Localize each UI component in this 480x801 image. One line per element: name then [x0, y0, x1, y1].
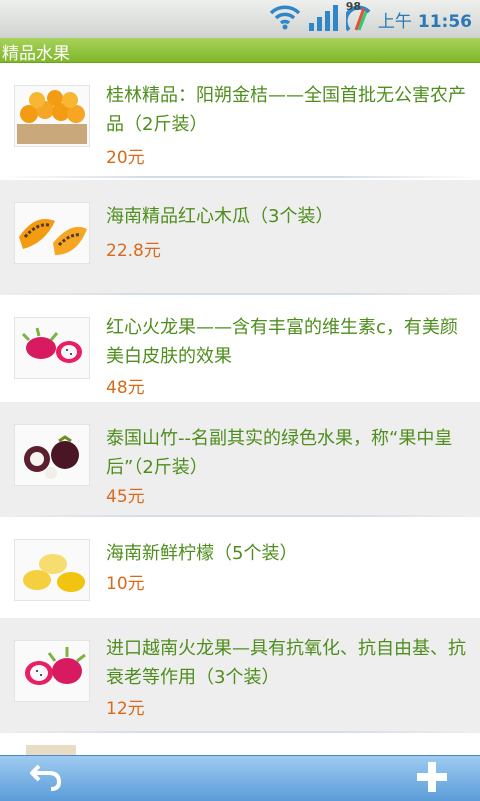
page-title: 精品水果: [2, 44, 70, 64]
product-name: 桂林精品：阳朔金桔——全国首批无公害农产品（2斤装）: [106, 85, 466, 135]
list-item[interactable]: 海南新鲜柠檬（5个装） 10元: [0, 517, 480, 632]
back-arrow-icon: [29, 762, 63, 796]
lemon-icon: [14, 539, 90, 601]
clock-ampm: 上午: [377, 11, 412, 32]
product-name: 红心火龙果——含有丰富的维生素c，有美颜美白皮肤的效果: [106, 317, 458, 367]
kumquat-icon: [14, 85, 90, 147]
product-name: 进口越南火龙果—具有抗氧化、抗自由基、抗衰老等作用（3个装）: [106, 638, 466, 688]
product-name: 海南新鲜柠檬（5个装）: [106, 543, 298, 564]
product-name: 泰国山竹--名副其实的绿色水果，称“果中皇后”（2斤装）: [106, 428, 453, 478]
divider: [0, 176, 480, 178]
add-button[interactable]: [402, 756, 462, 801]
product-price: 20元: [106, 148, 145, 168]
back-button[interactable]: [16, 756, 76, 801]
product-thumb-partial: [26, 745, 76, 755]
list-item[interactable]: 进口越南火龙果—具有抗氧化、抗自由基、抗衰老等作用（3个装） 12元: [0, 618, 480, 733]
status-indicators: 上午 11:56: [268, 0, 472, 38]
status-bar: 上午 11:56 98: [0, 0, 480, 38]
plus-icon: [415, 760, 449, 798]
title-bar: 精品水果: [0, 38, 480, 64]
product-price: 10元: [106, 574, 145, 594]
product-price: 22.8元: [106, 241, 161, 261]
product-list[interactable]: 桂林精品：阳朔金桔——全国首批无公害农产品（2斤装） 20元 海南精品红心木瓜（…: [0, 63, 480, 755]
list-item[interactable]: 红心火龙果——含有丰富的维生素c，有美颜美白皮肤的效果 48元: [0, 295, 480, 410]
mangosteen-icon: [14, 424, 90, 486]
list-item[interactable]: 泰国山竹--名副其实的绿色水果，称“果中皇后”（2斤装） 45元: [0, 402, 480, 517]
battery-level: 98: [345, 0, 361, 13]
dragon-fruit-icon: [14, 317, 90, 379]
wifi-icon: [268, 2, 302, 36]
product-price: 48元: [106, 378, 145, 398]
signal-icon: [308, 3, 340, 35]
divider: [0, 731, 480, 733]
bottom-toolbar: [0, 755, 480, 801]
product-price: 12元: [106, 699, 145, 719]
papaya-icon: [14, 202, 90, 264]
clock-time: 11:56: [417, 11, 472, 32]
product-price: 45元: [106, 487, 145, 507]
list-item[interactable]: [0, 735, 480, 755]
dragon-fruit-icon: [14, 640, 90, 702]
product-name: 海南精品红心木瓜（3个装）: [106, 206, 334, 227]
list-item[interactable]: 海南精品红心木瓜（3个装） 22.8元: [0, 180, 480, 295]
list-item[interactable]: 桂林精品：阳朔金桔——全国首批无公害农产品（2斤装） 20元: [0, 63, 480, 178]
status-clock: 上午 11:56: [378, 7, 472, 32]
